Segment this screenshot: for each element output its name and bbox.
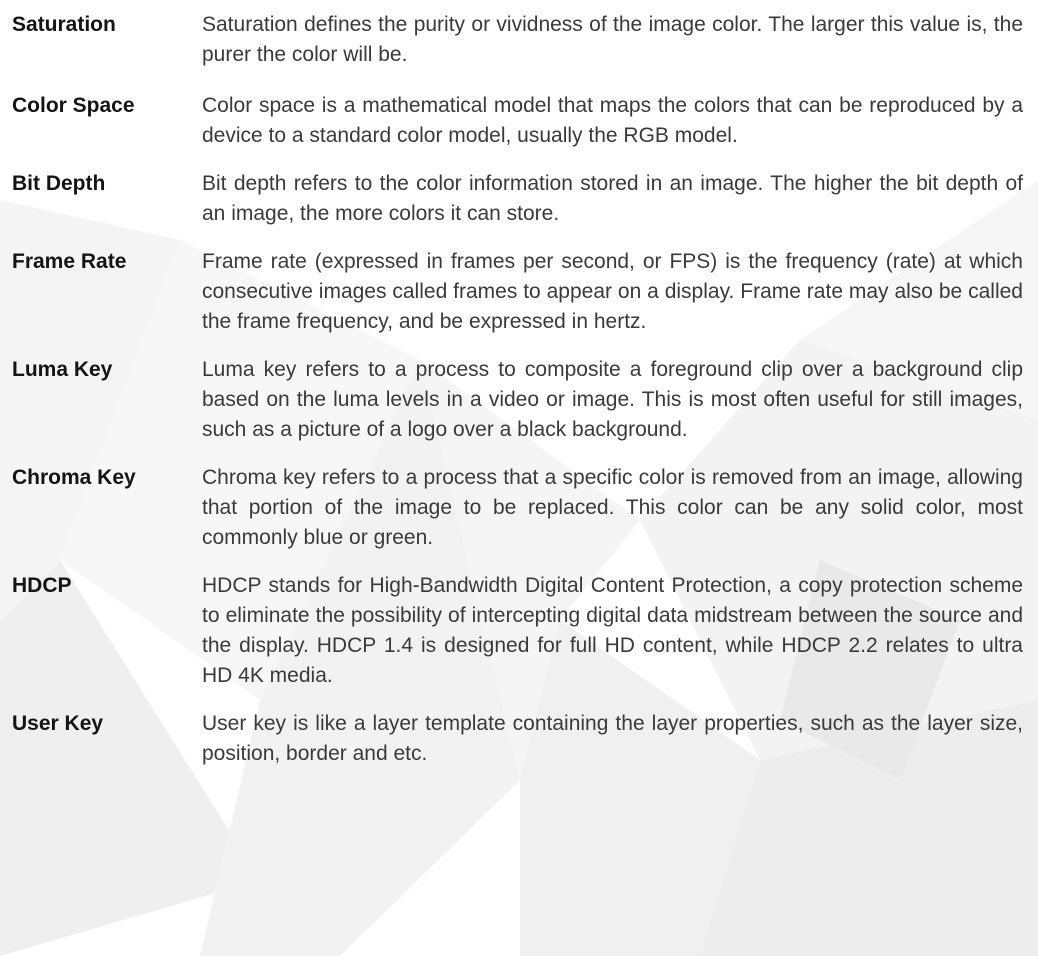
glossary-term: User Key — [12, 712, 104, 735]
glossary-entry-frame-rate: Frame Rate Frame rate (expressed in fram… — [0, 247, 1038, 337]
glossary-entry-hdcp: HDCP HDCP stands for High-Bandwidth Digi… — [0, 571, 1038, 691]
glossary-definition: Frame rate (expressed in frames per seco… — [202, 250, 1023, 333]
glossary-term: Bit Depth — [12, 172, 106, 195]
glossary-definition: Bit depth refers to the color informatio… — [202, 172, 1023, 225]
glossary-definition: User key is like a layer template contai… — [202, 712, 1023, 765]
glossary-entry-saturation: Saturation Saturation defines the purity… — [0, 10, 1038, 70]
glossary-term: Luma Key — [12, 358, 113, 381]
glossary-definition: Color space is a mathematical model that… — [202, 94, 1023, 147]
glossary-entry-luma-key: Luma Key Luma key refers to a process to… — [0, 355, 1038, 445]
glossary-definition: HDCP stands for High-Bandwidth Digital C… — [202, 574, 1023, 687]
glossary-definition: Saturation defines the purity or vividne… — [202, 13, 1023, 66]
glossary-entry-chroma-key: Chroma Key Chroma key refers to a proces… — [0, 463, 1038, 553]
glossary-term: Frame Rate — [12, 250, 127, 273]
glossary-term: Color Space — [12, 94, 135, 117]
glossary-definition: Chroma key refers to a process that a sp… — [202, 466, 1023, 549]
glossary: Saturation Saturation defines the purity… — [0, 0, 1038, 769]
glossary-term: Chroma Key — [12, 466, 136, 489]
glossary-definition: Luma key refers to a process to composit… — [202, 358, 1023, 441]
glossary-term: HDCP — [12, 574, 72, 597]
glossary-entry-user-key: User Key User key is like a layer templa… — [0, 709, 1038, 769]
glossary-entry-color-space: Color Space Color space is a mathematica… — [0, 91, 1038, 151]
glossary-term: Saturation — [12, 13, 116, 36]
glossary-entry-bit-depth: Bit Depth Bit depth refers to the color … — [0, 169, 1038, 229]
